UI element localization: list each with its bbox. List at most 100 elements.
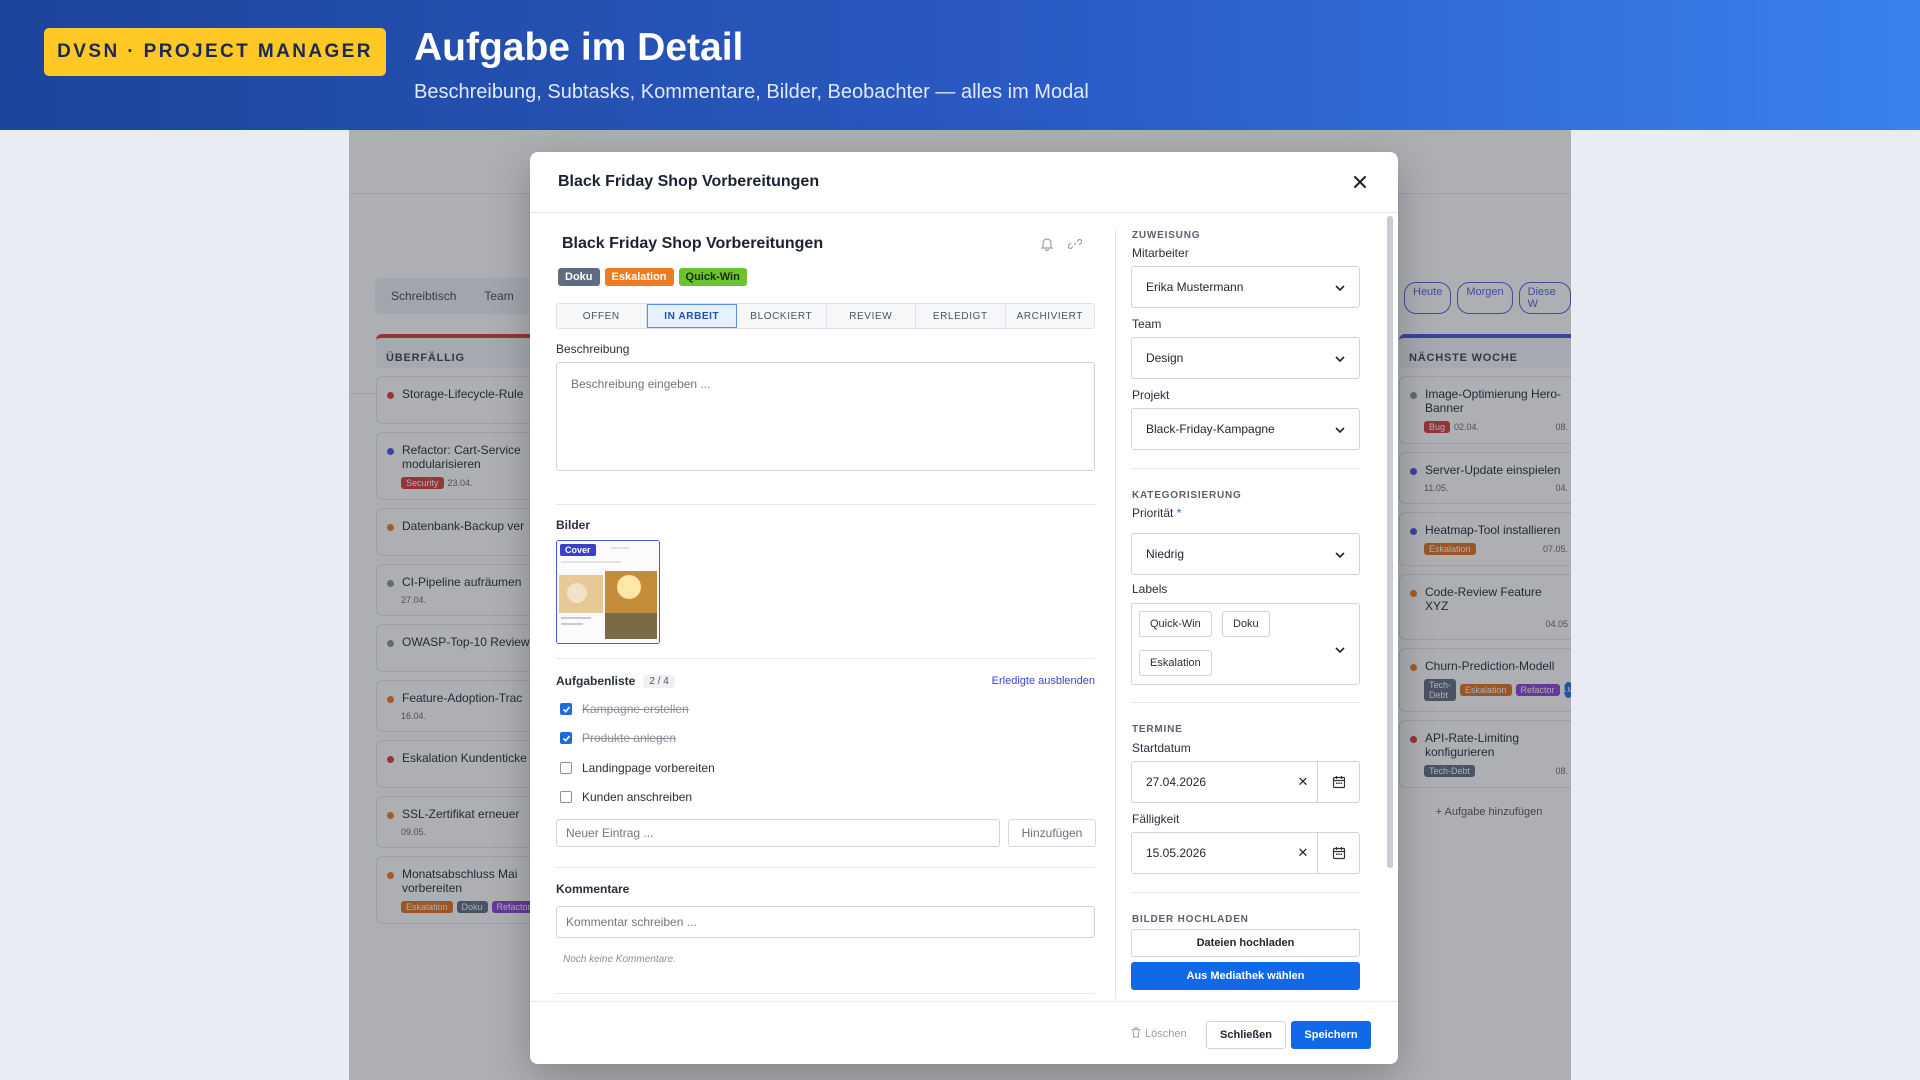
comment-input[interactable]: Kommentar schreiben ... — [556, 906, 1095, 938]
clear-icon[interactable]: ✕ — [1289, 845, 1317, 861]
link-icon[interactable] — [1067, 237, 1083, 256]
checkbox-unchecked[interactable] — [560, 762, 572, 774]
calendar-icon[interactable] — [1317, 833, 1359, 873]
checklist-item[interactable]: Kampagne erstellen — [560, 702, 689, 716]
group-categorization: KATEGORISIERUNG — [1132, 490, 1242, 501]
start-date-field[interactable]: 27.04.2026 ✕ — [1131, 761, 1360, 803]
status-offen[interactable]: OFFEN — [557, 304, 647, 328]
team-label: Team — [1132, 317, 1162, 331]
label-chip-quick-win[interactable]: Quick-Win — [1139, 611, 1212, 637]
chevron-down-icon — [1335, 351, 1345, 365]
calendar-icon[interactable] — [1317, 762, 1359, 802]
checklist-label: Aufgabenliste — [556, 674, 636, 688]
comments-label: Kommentare — [556, 882, 630, 896]
no-comments-text: Noch keine Kommentare. — [563, 954, 676, 965]
task-title[interactable]: Black Friday Shop Vorbereitungen — [562, 235, 823, 253]
task-detail-modal: Black Friday Shop Vorbereitungen Black F… — [530, 152, 1398, 1064]
team-value: Design — [1146, 351, 1184, 365]
project-label: Projekt — [1132, 388, 1170, 402]
cover-image-thumbnail[interactable]: Cover — [556, 540, 660, 644]
description-input[interactable] — [556, 362, 1095, 471]
due-date-label: Fälligkeit — [1132, 812, 1180, 826]
priority-label-text: Priorität — [1132, 506, 1174, 520]
priority-select[interactable]: Niedrig — [1131, 533, 1360, 575]
project-value: Black-Friday-Kampagne — [1146, 422, 1275, 436]
checklist-item[interactable]: Kunden anschreiben — [560, 790, 692, 804]
status-archiviert[interactable]: ARCHIVIERT — [1006, 304, 1095, 328]
delete-label: Löschen — [1145, 1028, 1187, 1040]
hide-done-link[interactable]: Erledigte ausblenden — [992, 675, 1095, 687]
divider — [1131, 468, 1360, 469]
divider — [1131, 892, 1360, 893]
task-actions — [1040, 237, 1083, 256]
clear-icon[interactable]: ✕ — [1289, 774, 1317, 790]
group-dates: TERMINE — [1132, 724, 1183, 735]
hero-subtitle: Beschreibung, Subtasks, Kommentare, Bild… — [414, 81, 1089, 103]
status-in-arbeit[interactable]: IN ARBEIT — [646, 304, 737, 328]
status-blockiert[interactable]: BLOCKIERT — [737, 304, 827, 328]
tag-quick-win[interactable]: Quick-Win — [678, 268, 747, 286]
status-erledigt[interactable]: ERLEDIGT — [916, 304, 1006, 328]
close-icon[interactable] — [1350, 172, 1370, 192]
status-review[interactable]: REVIEW — [827, 304, 916, 328]
trash-icon — [1131, 1027, 1141, 1041]
chevron-down-icon — [1335, 422, 1345, 436]
cover-image — [557, 541, 659, 643]
priority-value: Niedrig — [1146, 547, 1185, 561]
checkbox-checked[interactable] — [560, 732, 572, 744]
images-label: Bilder — [556, 518, 591, 532]
start-date-value[interactable]: 27.04.2026 — [1132, 775, 1289, 789]
start-date-label: Startdatum — [1132, 741, 1191, 755]
add-entry-button[interactable]: Hinzufügen — [1008, 819, 1096, 847]
group-assignment: ZUWEISUNG — [1132, 230, 1201, 241]
label-chip-eskalation[interactable]: Eskalation — [1139, 650, 1212, 676]
checklist-item-text: Kampagne erstellen — [582, 702, 689, 716]
chevron-down-icon — [1335, 280, 1345, 294]
employee-value: Erika Mustermann — [1146, 280, 1244, 294]
save-button[interactable]: Speichern — [1291, 1021, 1371, 1049]
group-upload: BILDER HOCHLADEN — [1132, 914, 1249, 925]
description-label: Beschreibung — [556, 342, 630, 356]
upload-files-button[interactable]: Dateien hochladen — [1131, 929, 1360, 957]
due-date-value[interactable]: 15.05.2026 — [1132, 846, 1289, 860]
divider — [556, 993, 1095, 994]
project-select[interactable]: Black-Friday-Kampagne — [1131, 408, 1360, 450]
modal-footer: Löschen Schließen Speichern — [530, 1001, 1398, 1064]
checklist-item[interactable]: Landingpage vorbereiten — [560, 761, 715, 775]
checklist-item-text: Landingpage vorbereiten — [582, 761, 715, 775]
new-entry-input[interactable]: Neuer Eintrag ... — [556, 819, 1000, 847]
due-date-field[interactable]: 15.05.2026 ✕ — [1131, 832, 1360, 874]
tag-doku[interactable]: Doku — [558, 268, 600, 286]
divider — [1131, 702, 1360, 703]
employee-select[interactable]: Erika Mustermann — [1131, 266, 1360, 308]
divider — [556, 658, 1095, 659]
pane-divider — [1115, 229, 1116, 999]
hero-title: Aufgabe im Detail — [414, 26, 744, 69]
tag-eskalation[interactable]: Eskalation — [604, 268, 674, 286]
brand-badge: DVSN · PROJECT MANAGER — [44, 28, 386, 76]
priority-label: Priorität * — [1132, 506, 1181, 520]
modal-header: Black Friday Shop Vorbereitungen — [530, 152, 1398, 213]
checklist-item[interactable]: Produkte anlegen — [560, 731, 676, 745]
required-mark: * — [1176, 506, 1182, 520]
task-tags: Doku Eskalation Quick-Win — [558, 268, 747, 286]
chevron-down-icon — [1335, 547, 1345, 561]
modal-scrollbar[interactable] — [1387, 216, 1393, 868]
checkbox-unchecked[interactable] — [560, 791, 572, 803]
close-button[interactable]: Schließen — [1206, 1021, 1286, 1049]
checklist-item-text: Kunden anschreiben — [582, 790, 693, 804]
checklist-item-text: Produkte anlegen — [582, 731, 677, 745]
header-banner: DVSN · PROJECT MANAGER Aufgabe im Detail… — [0, 0, 1920, 130]
checkbox-checked[interactable] — [560, 703, 572, 715]
team-select[interactable]: Design — [1131, 337, 1360, 379]
delete-button[interactable]: Löschen — [1131, 1027, 1187, 1041]
status-selector: OFFEN IN ARBEIT BLOCKIERT REVIEW ERLEDIG… — [556, 303, 1095, 329]
divider — [556, 867, 1095, 868]
checklist-header: Aufgabenliste 2 / 4 Erledigte ausblenden — [556, 674, 1095, 688]
cover-badge: Cover — [560, 544, 596, 556]
checklist-count: 2 / 4 — [643, 674, 675, 688]
labels-multiselect[interactable]: Quick-Win Doku Eskalation — [1131, 603, 1360, 685]
label-chip-doku[interactable]: Doku — [1222, 611, 1270, 637]
media-library-button[interactable]: Aus Mediathek wählen — [1131, 962, 1360, 990]
bell-icon[interactable] — [1040, 237, 1054, 256]
